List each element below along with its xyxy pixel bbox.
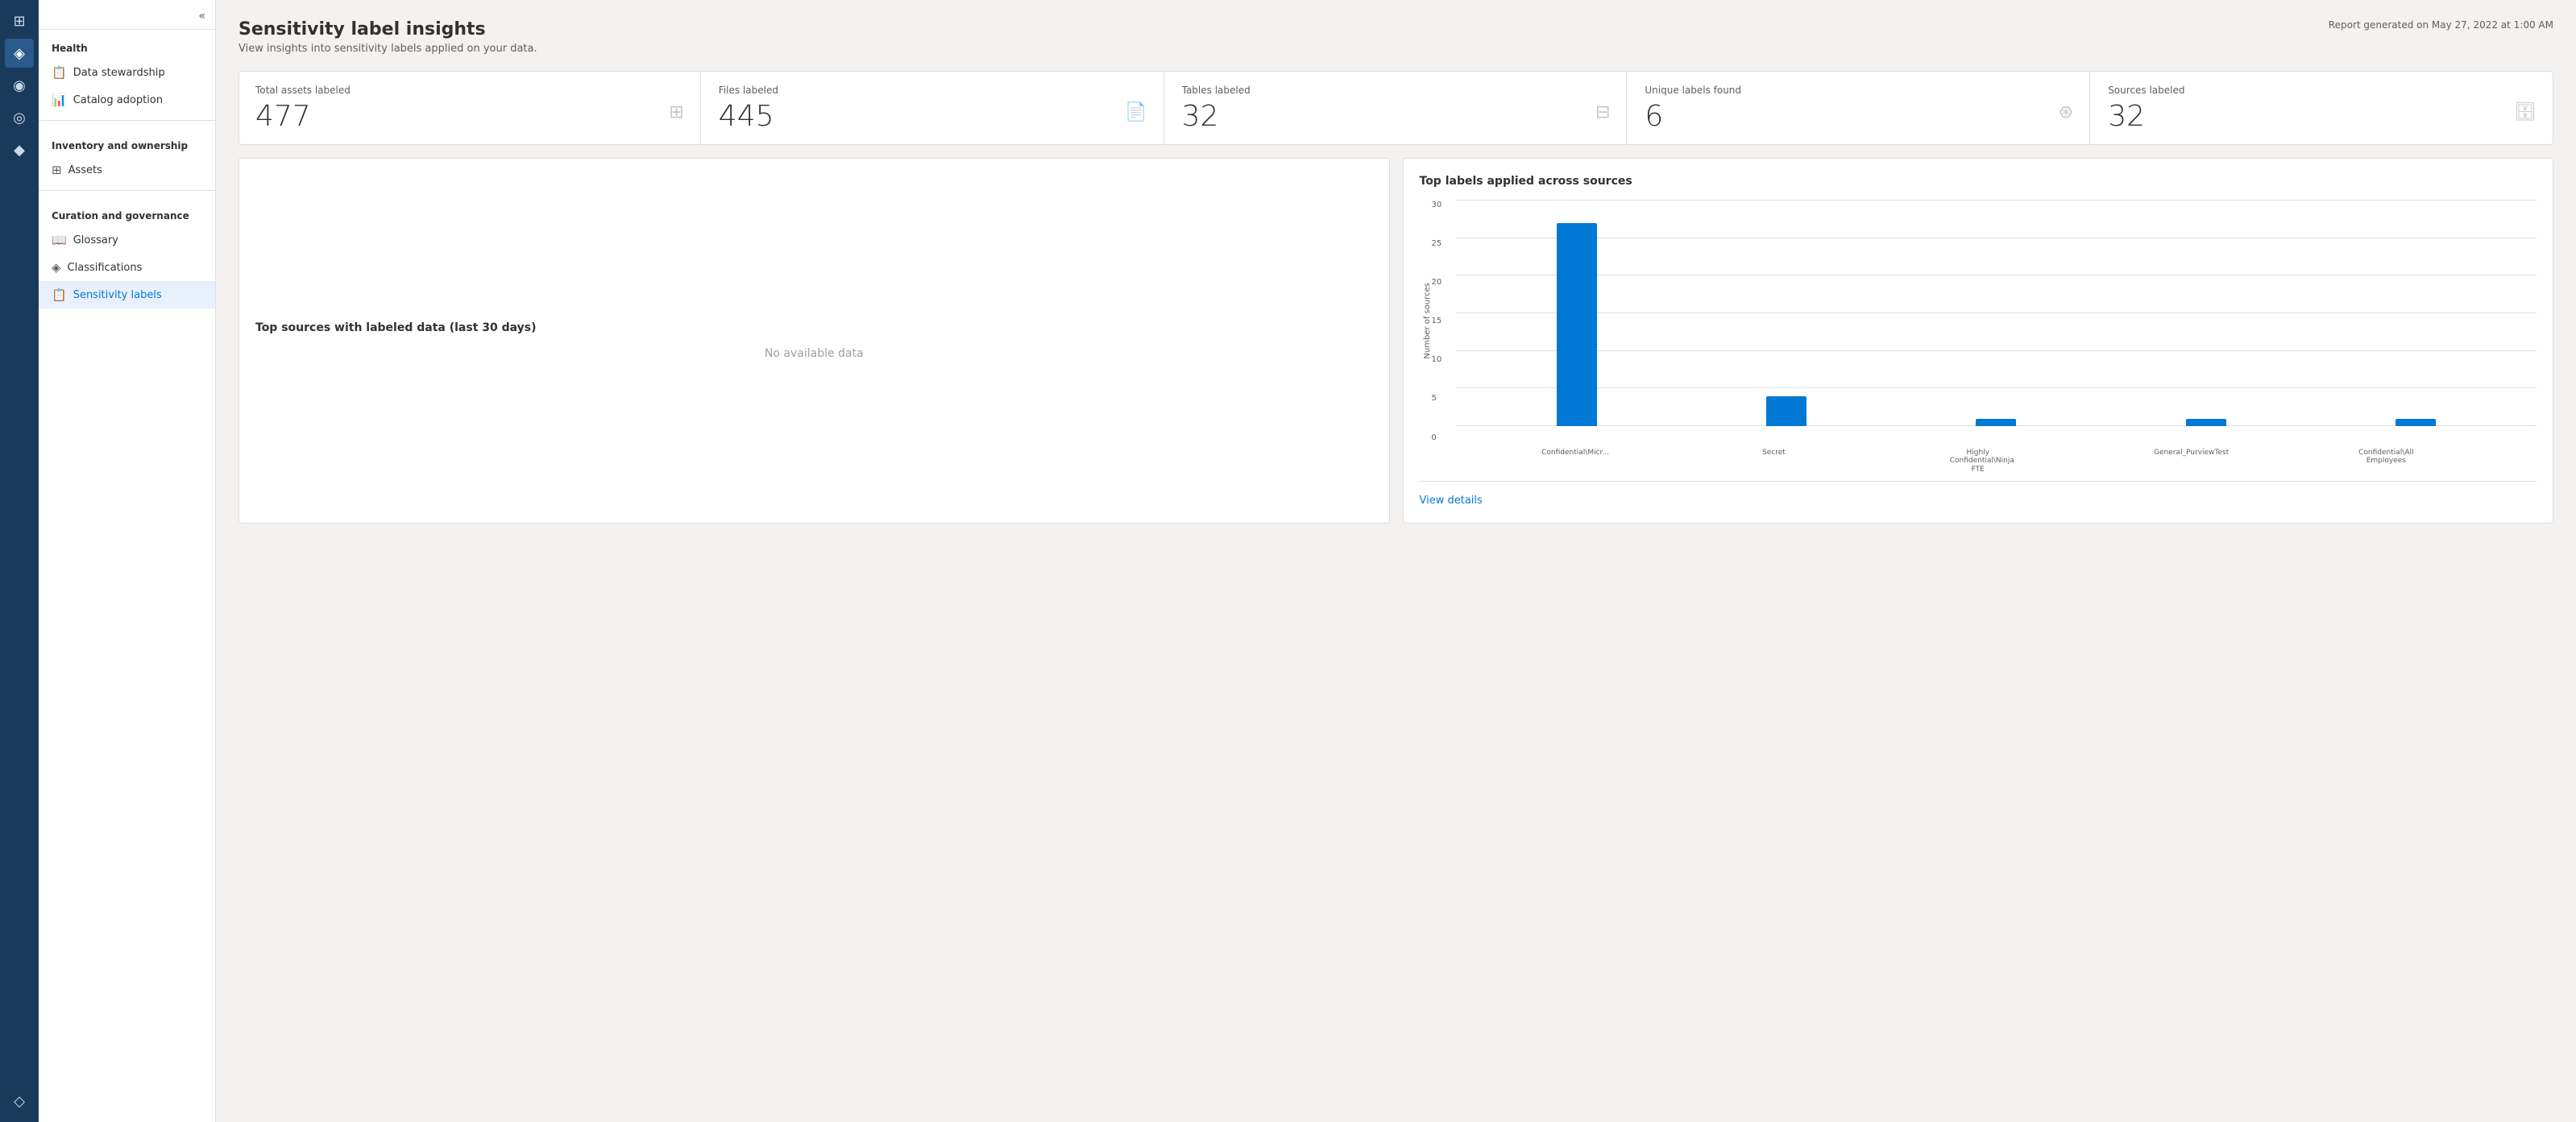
sidebar-item-data-stewardship-label: Data stewardship [73, 67, 165, 79]
glossary-icon: 📖 [52, 233, 67, 247]
sidebar-item-glossary[interactable]: 📖 Glossary [39, 226, 215, 254]
page-subtitle: View insights into sensitivity labels ap… [239, 43, 537, 55]
bar-chart-container: Number of sources 0 5 10 15 20 25 30 Confident… [1420, 201, 2537, 474]
sidebar-item-sensitivity-labels[interactable]: 📋 Sensitivity labels [39, 281, 215, 308]
left-chart-title: Top sources with labeled data (last 30 d… [255, 321, 1373, 334]
sidebar-inventory-title: Inventory and ownership [39, 127, 215, 156]
stat-label-files-labeled: Files labeled [719, 85, 1147, 96]
report-date: Report generated on May 27, 2022 at 1:00… [2329, 19, 2553, 31]
sidebar-item-assets[interactable]: ⊞ Assets [39, 156, 215, 184]
stat-icon-unique-labels: ⊛ [2059, 102, 2073, 122]
stat-icon-total-assets: ⊞ [669, 102, 683, 122]
sidebar-item-catalog-adoption-label: Catalog adoption [73, 94, 163, 106]
sidebar-item-glossary-label: Glossary [73, 234, 118, 246]
bars-area [1456, 201, 2537, 426]
charts-row: Top sources with labeled data (last 30 d… [239, 158, 2553, 524]
stat-card-header-sources-labeled: 32 🗄 [2108, 102, 2537, 131]
x-label-2: Highly Confidential\Ninja FTE [1950, 449, 2006, 474]
bar-chart-area: Number of sources 0 5 10 15 20 25 30 [1420, 201, 2537, 442]
stat-label-tables-labeled: Tables labeled [1182, 85, 1611, 96]
x-label-0: Confidential\Micr... [1541, 449, 1598, 474]
page-header-left: Sensitivity label insights View insights… [239, 19, 537, 55]
stat-card-header-total-assets: 477 ⊞ [255, 102, 684, 131]
stat-card-header-files-labeled: 445 📄 [719, 102, 1147, 131]
right-chart-card: Top labels applied across sources Number… [1403, 158, 2554, 524]
stat-value-tables-labeled: 32 [1182, 102, 1219, 131]
icon-bar: ⊞ ◈ ◉ ◎ ◆ ◇ [0, 0, 39, 1122]
assets-icon: ⊞ [52, 163, 62, 177]
page-header: Sensitivity label insights View insights… [239, 19, 2553, 55]
y-label-30: 30 [1432, 201, 1450, 209]
sidebar-item-catalog-adoption[interactable]: 📊 Catalog adoption [39, 86, 215, 114]
icon-bar-insights[interactable]: ◎ [5, 103, 34, 132]
icon-bar-data[interactable]: ◈ [5, 39, 34, 68]
stat-card-files-labeled: Files labeled 445 📄 [703, 72, 1164, 144]
stat-label-sources-labeled: Sources labeled [2108, 85, 2537, 96]
bar-0 [1557, 223, 1597, 426]
stat-label-total-assets: Total assets labeled [255, 85, 684, 96]
y-label-10: 10 [1432, 355, 1450, 364]
bar-4 [2396, 419, 2436, 426]
stat-card-sources-labeled: Sources labeled 32 🗄 [2092, 72, 2553, 144]
stat-value-files-labeled: 445 [719, 102, 774, 131]
data-stewardship-icon: 📋 [52, 65, 67, 80]
right-chart-title: Top labels applied across sources [1420, 175, 2537, 188]
left-chart-card: Top sources with labeled data (last 30 d… [239, 158, 1390, 524]
stat-card-header-unique-labels: 6 ⊛ [1645, 102, 2073, 131]
sidebar-curation-title: Curation and governance [39, 197, 215, 226]
sidebar-divider-1 [39, 120, 215, 121]
stat-card-total-assets: Total assets labeled 477 ⊞ [239, 72, 701, 144]
y-label-5: 5 [1432, 394, 1450, 403]
stat-icon-sources-labeled: 🗄 [2514, 102, 2537, 122]
stat-value-total-assets: 477 [255, 102, 311, 131]
page-title: Sensitivity label insights [239, 19, 537, 39]
y-axis-labels: 0 5 10 15 20 25 30 [1432, 201, 1456, 442]
stat-icon-tables-labeled: ⊟ [1595, 102, 1610, 122]
sensitivity-labels-icon: 📋 [52, 288, 67, 302]
icon-bar-policy[interactable]: ◆ [5, 135, 34, 164]
main-content: Sensitivity label insights View insights… [216, 0, 2576, 1122]
bar-2 [1976, 419, 2016, 426]
sidebar-collapse-button[interactable]: « [195, 6, 209, 26]
no-data-label: No available data [765, 347, 864, 360]
bar-3 [2186, 419, 2226, 426]
stat-icon-files-labeled: 📄 [1125, 102, 1147, 122]
classifications-icon: ◈ [52, 260, 61, 275]
sidebar-item-sensitivity-labels-label: Sensitivity labels [73, 289, 162, 301]
y-label-15: 15 [1432, 317, 1450, 325]
chart-plot [1456, 201, 2537, 426]
icon-bar-home[interactable]: ⊞ [5, 6, 34, 35]
y-label-20: 20 [1432, 278, 1450, 287]
sidebar-header: « [39, 0, 215, 30]
stat-card-unique-labels: Unique labels found 6 ⊛ [1628, 72, 2090, 144]
stat-card-tables-labeled: Tables labeled 32 ⊟ [1166, 72, 1628, 144]
y-label-25: 25 [1432, 239, 1450, 248]
chart-bottom: View details [1420, 481, 2537, 507]
icon-bar-catalog[interactable]: ◉ [5, 71, 34, 100]
stat-value-sources-labeled: 32 [2108, 102, 2145, 131]
stats-row: Total assets labeled 477 ⊞ Files labeled… [239, 71, 2553, 145]
icon-bar-settings[interactable]: ◇ [5, 1087, 34, 1116]
stat-card-header-tables-labeled: 32 ⊟ [1182, 102, 1611, 131]
x-label-4: Confidential\All Employees [2358, 449, 2414, 474]
sidebar-item-classifications[interactable]: ◈ Classifications [39, 254, 215, 281]
stat-label-unique-labels: Unique labels found [1645, 85, 2073, 96]
y-axis-title: Number of sources [1420, 201, 1432, 442]
bar-1 [1766, 396, 1807, 426]
y-label-0: 0 [1432, 433, 1450, 442]
view-details-link[interactable]: View details [1420, 495, 1483, 507]
sidebar-item-assets-label: Assets [68, 164, 102, 176]
catalog-adoption-icon: 📊 [52, 93, 67, 107]
stat-value-unique-labels: 6 [1645, 102, 1663, 131]
sidebar-item-classifications-label: Classifications [68, 262, 143, 274]
sidebar-item-data-stewardship[interactable]: 📋 Data stewardship [39, 59, 215, 86]
sidebar-health-title: Health [39, 30, 215, 59]
x-label-3: General_PurviewTest [2154, 449, 2210, 474]
sidebar: « Health 📋 Data stewardship 📊 Catalog ad… [39, 0, 216, 1122]
sidebar-divider-2 [39, 190, 215, 191]
x-label-1: Secret [1745, 449, 1802, 474]
